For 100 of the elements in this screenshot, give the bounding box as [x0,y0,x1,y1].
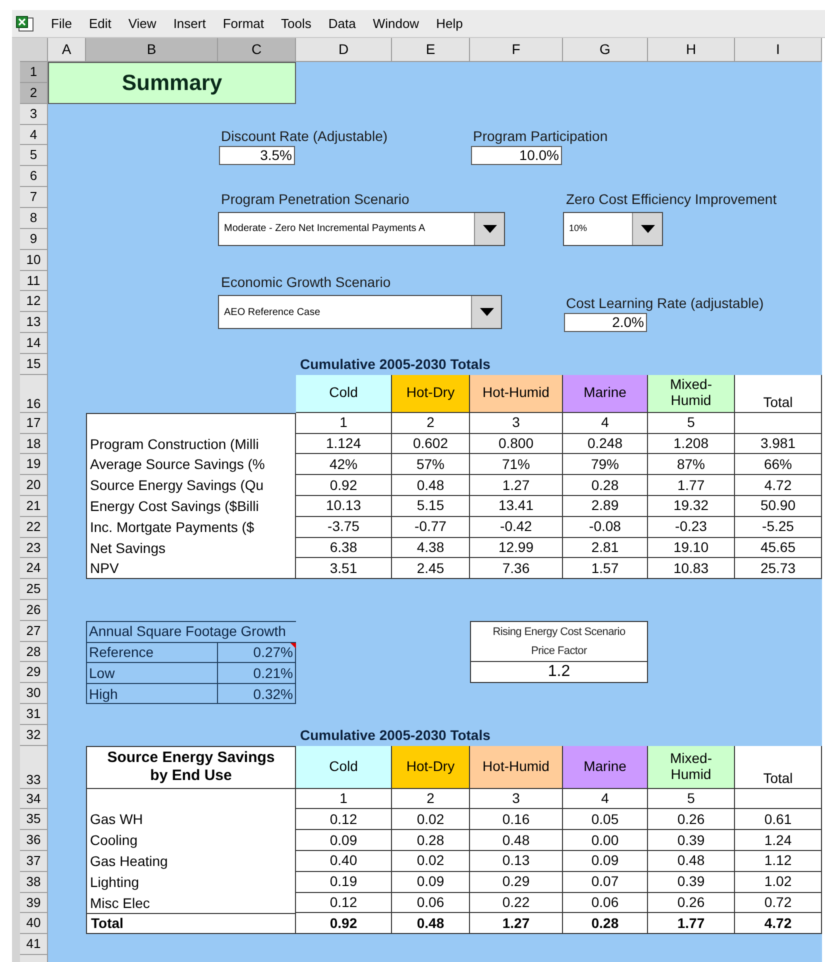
caret-down-icon [482,224,496,233]
table-cell: 0.48 [470,830,563,852]
table-cell: 0.16 [470,809,563,830]
table-cell: 1.57 [563,558,648,580]
zone-header: Marine [563,374,648,413]
column-header[interactable]: G [563,38,648,62]
table-cell: 87% [648,454,735,476]
zone-header: Hot-Humid [470,374,563,413]
menu-item[interactable]: Edit [82,12,118,36]
row-header[interactable]: 39 [20,892,48,914]
table-cell: 0.09 [392,872,470,893]
menu-item[interactable]: File [45,12,78,36]
table-cell: 1.02 [735,872,822,893]
column-header[interactable]: I [735,38,822,62]
row-header[interactable]: 10 [20,250,48,271]
column-header[interactable]: B [86,38,218,62]
table-cell: 0.19 [296,872,392,893]
table-cell: 71% [470,454,563,476]
menu-item[interactable]: Tools [275,12,318,36]
zone-number: 1 [296,412,392,434]
column-header[interactable]: E [392,38,470,62]
row-header[interactable]: 4 [20,124,48,146]
row-header[interactable]: 3 [20,104,48,125]
table-cell: 0.28 [392,830,470,852]
header-text: Rising Energy Cost Scenario [492,624,626,640]
zone-header: Total [735,746,822,789]
menu-item[interactable]: Window [366,12,426,36]
table-cell: 3.51 [296,558,392,580]
input-field[interactable]: 3.5% [219,146,295,166]
menu-item[interactable]: Data [322,12,362,36]
menu-item[interactable]: Format [216,12,270,36]
menu-item[interactable]: View [122,12,162,36]
table-title: Cumulative 2005-2030 Totals [299,354,490,374]
row-header[interactable]: 2 [20,82,48,104]
table-cell: -5.25 [735,516,822,538]
table-cell: 0.06 [563,892,648,914]
table-cell: 1.124 [296,434,392,454]
dropdown[interactable]: AEO Reference Case [218,295,502,330]
table-cell: 4.72 [735,913,822,934]
column-header[interactable]: C [218,38,296,62]
table-cell: -0.08 [563,516,648,538]
input-field[interactable]: 10.0% [471,146,562,166]
column-header[interactable]: H [648,38,735,62]
table-title: Annual Square Footage Growth [88,622,286,641]
table-title: Cumulative 2005-2030 Totals [299,726,490,745]
row-header[interactable]: 18 [20,434,48,454]
menu-item[interactable]: Help [430,12,469,36]
input-field[interactable]: 2.0% [564,313,647,332]
table-cell: 0.48 [392,913,470,934]
table-cell: 0.12 [296,809,392,830]
field-label: Program Penetration Scenario [220,190,410,208]
row-header[interactable]: 11 [20,270,48,292]
row-label: Gas WH [89,810,144,830]
table-cell: 2.81 [563,538,648,558]
dropdown-value: Moderate - Zero Net Incremental Payments A [223,222,426,236]
table-cell: 19.10 [648,538,735,558]
table-cell: -0.42 [470,516,563,538]
dropdown-button[interactable] [471,296,501,328]
table-cell: 0.39 [648,830,735,852]
column-header[interactable]: D [296,38,392,62]
table-cell: 0.48 [648,851,735,872]
table-cell: 0.92 [296,475,392,496]
table-cell: -0.23 [648,516,735,538]
spreadsheet-app-icon[interactable] [16,16,34,32]
table-cell: 1.2 [470,662,648,684]
table-cell: 0.72 [735,892,822,914]
menu-item[interactable]: Insert [167,12,212,36]
dropdown[interactable]: Moderate - Zero Net Incremental Payments A [218,212,505,246]
table-cell: 0.02 [392,809,470,830]
caret-down-icon [640,224,654,233]
zone-number: 3 [470,412,563,434]
table-cell: 1.24 [735,830,822,852]
dropdown-button[interactable] [474,212,504,245]
table-cell: -0.77 [392,516,470,538]
row-label: Source Energy Savings (Qu [89,476,265,496]
row-header[interactable]: 33 [20,746,48,789]
table-cell: 0.61 [735,809,822,830]
table-cell: 0.39 [648,872,735,893]
table-header: Source Energy Savings by End Use [86,746,296,789]
row-header[interactable]: 28 [20,642,48,662]
table-cell: 0.26 [648,809,735,830]
row-header[interactable]: 1 [20,62,48,83]
table-cell: 4.72 [735,475,822,496]
table-cell: 0.00 [563,830,648,852]
row-label: Lighting [89,872,140,892]
field-label: Zero Cost Efficiency Improvement [565,190,777,208]
row-header[interactable]: 23 [20,538,48,558]
dropdown-value: AEO Reference Case [223,306,322,320]
table-cell: 2.89 [563,496,648,517]
table-cell: 0.248 [563,434,648,454]
zone-number: 1 [296,788,392,810]
dropdown[interactable]: 10% [563,212,663,246]
dropdown-button[interactable] [632,212,662,245]
table-cell: 2.45 [392,558,470,580]
zone-header: Hot-Humid [470,746,563,789]
summary-title: Summary [48,62,296,104]
row-label: Average Source Savings (% [89,455,266,474]
row-header[interactable]: 34 [20,788,48,810]
column-header[interactable]: F [470,38,563,62]
column-header[interactable]: A [48,38,86,62]
